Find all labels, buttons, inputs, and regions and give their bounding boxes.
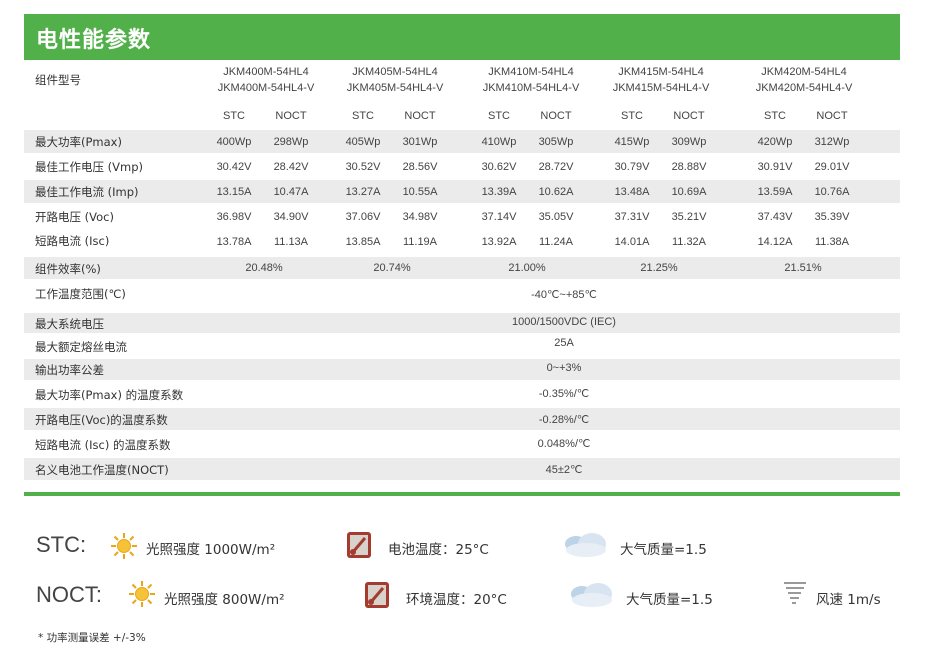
table-row-span: 最大功率(Pmax) 的温度系数 -0.35%/℃ xyxy=(24,382,900,406)
stc-irradiance: 光照强度 1000W/m² xyxy=(146,542,276,558)
noct-air-mass: 大气质量=1.5 xyxy=(626,592,713,608)
stc-cell-temp: 电池温度：25°C xyxy=(388,542,489,558)
table-cell: 28.88V xyxy=(671,161,707,173)
efficiency-cell: 20.74% xyxy=(373,262,411,274)
table-row-span: 名义电池工作温度(NOCT) 45±2℃ xyxy=(24,458,900,480)
table-row-efficiency: 组件效率(%) 20.48% 20.74% 21.00% 21.25% 21.5… xyxy=(24,257,900,279)
stc-air-mass: 大气质量=1.5 xyxy=(620,542,707,558)
model-name-v: JKM420M-54HL4-V xyxy=(755,82,853,94)
stc-key: STC: xyxy=(36,532,87,557)
table-cell: 28.56V xyxy=(402,161,438,173)
noct-key: NOCT: xyxy=(36,582,102,607)
efficiency-cell: 21.51% xyxy=(784,262,822,274)
efficiency-cell: 20.48% xyxy=(245,262,283,274)
model-name: JKM420M-54HL4 xyxy=(761,66,847,78)
noct-ambient-temp: 环境温度：20°C xyxy=(406,592,507,608)
table-cell: 35.05V xyxy=(538,211,574,223)
table-row: 最大功率(Pmax) 400Wp 298Wp 405Wp 301Wp 410Wp… xyxy=(24,130,900,153)
row-label: 工作温度范围(℃) xyxy=(35,287,126,301)
row-label: 开路电压 (Voc) xyxy=(35,210,114,224)
table-cell: 305Wp xyxy=(538,136,574,148)
cloud-icon xyxy=(562,530,610,562)
table-cell: 11.32A xyxy=(671,236,707,248)
row-label: 开路电压(Voc)的温度系数 xyxy=(35,413,168,427)
condition-row: STC NOCT STC NOCT STC NOCT STC NOCT STC … xyxy=(24,107,900,127)
table-cell: 312Wp xyxy=(814,136,850,148)
row-label: 最佳工作电压 (Vmp) xyxy=(35,160,143,174)
tornado-icon xyxy=(782,579,808,613)
model-label: 组件型号 xyxy=(35,73,81,87)
row-label: 最佳工作电流 (Imp) xyxy=(35,185,139,199)
thermometer-icon xyxy=(344,530,374,564)
table-row-span: 短路电流 (Isc) 的温度系数 0.048%/℃ xyxy=(24,432,900,456)
table-row-span: 工作温度范围(℃) -40℃~+85℃ xyxy=(24,281,900,309)
row-label: 输出功率公差 xyxy=(35,363,104,377)
sun-icon xyxy=(110,532,138,564)
table-cell: 10.47A xyxy=(273,186,309,198)
row-label: 最大额定熔丝电流 xyxy=(35,340,127,354)
row-label: 短路电流 (Isc) xyxy=(35,234,110,248)
noct-header: NOCT xyxy=(275,110,307,122)
table-cell: 11.19A xyxy=(402,236,438,248)
span-value: -40℃~+85℃ xyxy=(531,289,597,301)
table-row: 最佳工作电压 (Vmp) 30.42V 28.42V 30.52V 28.56V… xyxy=(24,155,900,178)
efficiency-cell: 21.00% xyxy=(508,262,546,274)
span-value: 0~+3% xyxy=(546,362,582,374)
model-5: JKM420M-54HL4 JKM420M-54HL4-V xyxy=(719,64,889,96)
table-cell: 11.24A xyxy=(538,236,574,248)
table-cell: 35.39V xyxy=(814,211,850,223)
span-value: 1000/1500VDC (IEC) xyxy=(512,316,616,328)
table-cell: 10.69A xyxy=(671,186,707,198)
span-value: 0.048%/℃ xyxy=(537,438,591,450)
thermometer-icon xyxy=(362,580,392,614)
noct-irradiance: 光照强度 800W/m² xyxy=(164,592,285,608)
span-value: 45±2℃ xyxy=(545,464,583,476)
table-row-span: 输出功率公差 0~+3% xyxy=(24,359,900,380)
row-label: 组件效率(%) xyxy=(35,262,101,276)
table-row-span: 最大额定熔丝电流 25A xyxy=(24,335,900,357)
sun-icon xyxy=(128,580,156,612)
cloud-icon xyxy=(568,580,616,612)
title-bar: 电性能参数 xyxy=(24,14,900,60)
table-cell: 298Wp xyxy=(273,136,309,148)
table-cell: 309Wp xyxy=(671,136,707,148)
table-cell: 29.01V xyxy=(814,161,850,173)
table-row: 开路电压 (Voc) 36.98V 34.90V 37.06V 34.98V 3… xyxy=(24,205,900,228)
noct-wind-speed: 风速 1m/s xyxy=(816,592,881,608)
page-title: 电性能参数 xyxy=(36,28,152,53)
row-label: 短路电流 (Isc) 的温度系数 xyxy=(35,438,171,452)
table-cell: 10.62A xyxy=(538,186,574,198)
footnote: * 功率测量误差 +/-3% xyxy=(38,632,146,644)
table-row: 最佳工作电流 (Imp) 13.15A 10.47A 13.27A 10.55A… xyxy=(24,180,900,203)
table-row-span: 开路电压(Voc)的温度系数 -0.28%/℃ xyxy=(24,408,900,430)
table-cell: 28.42V xyxy=(273,161,309,173)
row-label: 最大功率(Pmax) 的温度系数 xyxy=(35,388,184,402)
table-row: 短路电流 (Isc) 13.78A 11.13A 13.85A 11.19A 1… xyxy=(24,230,900,253)
table-cell: 10.76A xyxy=(814,186,850,198)
row-label: 最大系统电压 xyxy=(35,317,104,331)
noct-header: NOCT xyxy=(540,110,572,122)
span-value: -0.28%/℃ xyxy=(538,414,590,426)
row-label: 最大功率(Pmax) xyxy=(35,135,122,149)
table-cell: 11.38A xyxy=(814,236,850,248)
table-cell: 28.72V xyxy=(538,161,574,173)
table-cell: 34.98V xyxy=(402,211,438,223)
model-row: 组件型号 JKM400M-54HL4 JKM400M-54HL4-V JKM405… xyxy=(24,60,900,102)
span-value: 25A xyxy=(554,337,574,349)
efficiency-cell: 21.25% xyxy=(640,262,678,274)
divider xyxy=(24,492,900,496)
noct-header: NOCT xyxy=(673,110,705,122)
noct-header: NOCT xyxy=(404,110,436,122)
table-row-span: 最大系统电压 1000/1500VDC (IEC) xyxy=(24,313,900,333)
noct-header: NOCT xyxy=(816,110,848,122)
table-cell: 301Wp xyxy=(402,136,438,148)
table-cell: 10.55A xyxy=(402,186,438,198)
table-cell: 34.90V xyxy=(273,211,309,223)
table-cell: 11.13A xyxy=(273,236,309,248)
row-label: 名义电池工作温度(NOCT) xyxy=(35,463,169,477)
table-cell: 35.21V xyxy=(671,211,707,223)
span-value: -0.35%/℃ xyxy=(538,388,590,400)
